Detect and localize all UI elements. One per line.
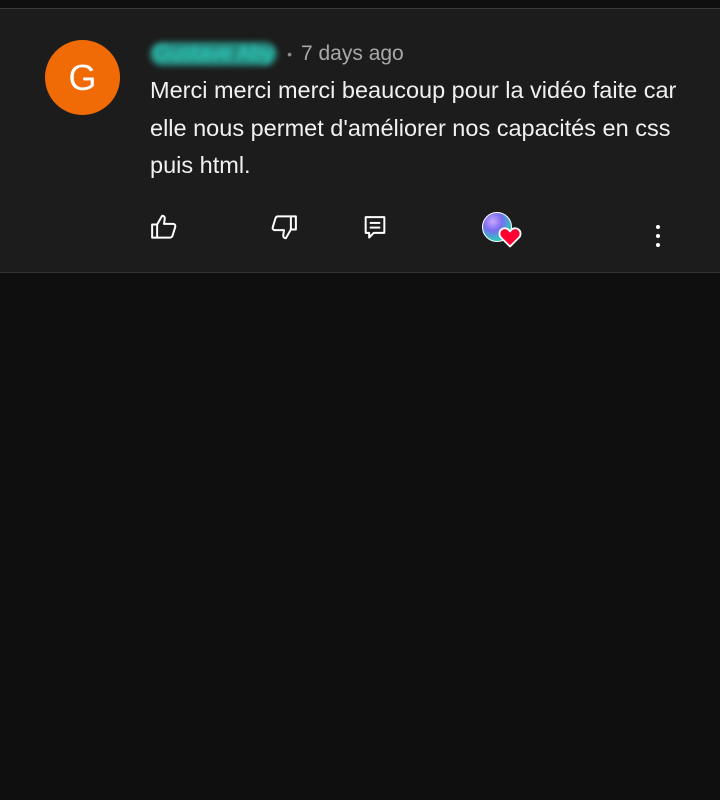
comment-card: G Gustave Aby • 7 days ago Merci merci m… xyxy=(0,9,720,273)
avatar-initial: G xyxy=(68,56,97,98)
more-options-button[interactable] xyxy=(642,219,674,253)
author-name[interactable]: Gustave Aby xyxy=(150,42,278,66)
comment-text: Merci merci merci beaucoup pour la vidéo… xyxy=(150,77,677,178)
dislike-button[interactable] xyxy=(268,211,300,243)
more-vert-dot xyxy=(656,234,660,238)
creator-heart-icon xyxy=(498,227,522,248)
thumb-up-icon xyxy=(151,214,177,239)
more-vert-dot xyxy=(656,243,660,247)
comment-meta: Gustave Aby • 7 days ago xyxy=(150,39,404,69)
meta-separator: • xyxy=(287,46,292,62)
like-button[interactable] xyxy=(148,211,180,243)
reply-icon xyxy=(364,216,386,239)
creator-heart-badge[interactable] xyxy=(480,210,526,252)
more-vert-dot xyxy=(656,225,660,229)
avatar[interactable]: G xyxy=(45,40,120,115)
thumb-down-icon xyxy=(271,215,297,240)
reply-button[interactable] xyxy=(359,211,391,243)
comment-timestamp[interactable]: 7 days ago xyxy=(301,42,404,66)
